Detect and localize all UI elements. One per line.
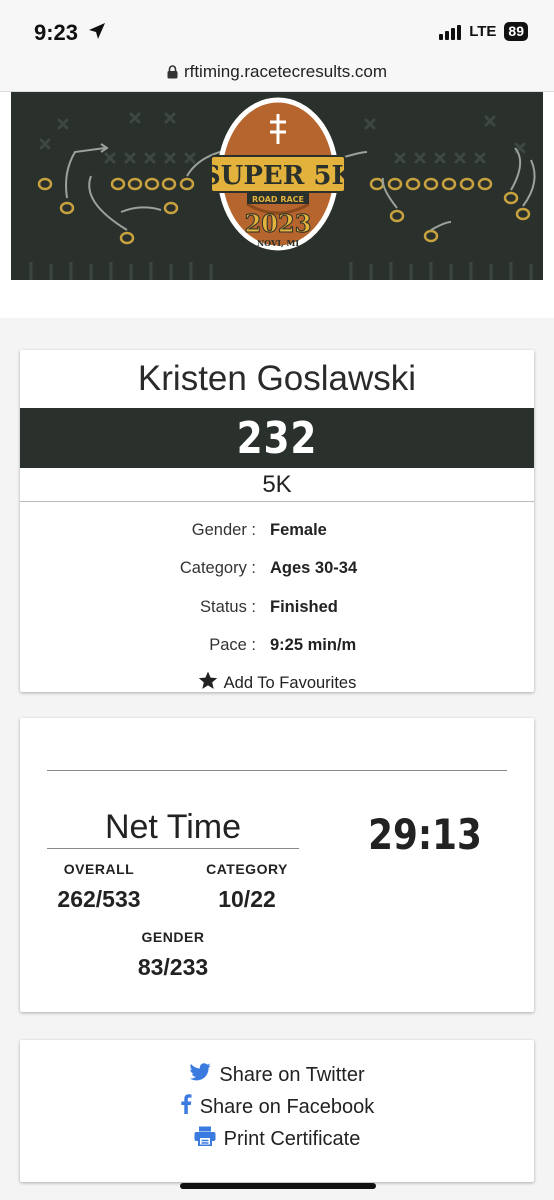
address-bar[interactable]: rftiming.racetecresults.com	[0, 62, 554, 84]
detail-value: Ages 30-34	[270, 559, 358, 578]
results-page: SUPER 5K ROAD RACE 2023 NOVI, MI Kristen…	[0, 92, 554, 1200]
print-certificate-link[interactable]: Print Certificate	[20, 1123, 534, 1155]
gender-rank: 83/233	[137, 954, 209, 980]
category-label: CATEGORY	[206, 861, 288, 877]
network-type: LTE	[469, 23, 497, 40]
location-arrow-icon	[88, 22, 106, 45]
printer-icon	[194, 1126, 216, 1152]
bib-number: 232	[58, 408, 496, 468]
facebook-icon	[180, 1094, 192, 1120]
phone-screen: 9:23 LTE 89 rftiming.racetecresults.com	[0, 0, 554, 1200]
detail-row-status: Status : Finished	[20, 588, 534, 627]
logo-subtitle: ROAD RACE	[252, 195, 304, 204]
net-time-card: Net Time 29:13 OVERALL 262/533 CATEGORY …	[20, 718, 534, 1012]
detail-label: Status :	[200, 597, 256, 616]
home-indicator[interactable]	[180, 1183, 376, 1189]
overall-rank: 262/533	[57, 886, 141, 912]
battery-icon: 89	[504, 22, 528, 41]
status-indicators: LTE 89	[439, 22, 528, 41]
gender-label: GENDER	[141, 929, 205, 945]
share-card: Share on Twitter Share on Facebook Print…	[20, 1040, 534, 1182]
net-time-underline	[47, 848, 299, 849]
category-rank: 10/22	[218, 886, 276, 912]
add-to-favourites-button[interactable]: Add To Favourites	[20, 665, 534, 701]
football-play-diagram: SUPER 5K ROAD RACE 2023 NOVI, MI	[29, 97, 536, 280]
cellular-signal-icon	[439, 24, 462, 40]
status-time: 9:23	[34, 20, 79, 45]
favourites-label: Add To Favourites	[223, 673, 357, 692]
divider	[47, 770, 507, 771]
detail-label: Category :	[179, 559, 256, 578]
overall-label: OVERALL	[63, 861, 135, 877]
detail-row-category: Category : Ages 30-34	[20, 550, 534, 589]
print-certificate-label: Print Certificate	[223, 1127, 361, 1150]
logo-title: SUPER 5K	[202, 161, 356, 191]
lock-icon	[167, 64, 178, 84]
net-time-value: 29:13	[368, 810, 482, 859]
share-facebook-label: Share on Facebook	[199, 1095, 375, 1118]
detail-row-gender: Gender : Female	[20, 511, 534, 550]
banner-area: SUPER 5K ROAD RACE 2023 NOVI, MI	[0, 92, 554, 318]
logo-location: NOVI, MI	[257, 238, 300, 248]
net-time-title: Net Time	[104, 808, 242, 846]
star-icon	[198, 671, 218, 695]
share-facebook-link[interactable]: Share on Facebook	[20, 1091, 534, 1123]
detail-row-pace: Pace : 9:25 min/m	[20, 627, 534, 666]
event-banner: SUPER 5K ROAD RACE 2023 NOVI, MI	[11, 92, 543, 280]
detail-value: 9:25 min/m	[270, 636, 357, 655]
athlete-name: Kristen Goslawski	[137, 359, 417, 398]
share-twitter-label: Share on Twitter	[219, 1063, 365, 1086]
url-text: rftiming.racetecresults.com	[183, 62, 388, 81]
race-name: 5K	[20, 468, 534, 502]
bib-bar: 232	[20, 408, 534, 468]
detail-label: Gender :	[191, 520, 256, 539]
twitter-icon	[189, 1063, 211, 1087]
browser-top-bar: 9:23 LTE 89 rftiming.racetecresults.com	[0, 0, 554, 92]
detail-value: Finished	[270, 597, 338, 616]
share-twitter-link[interactable]: Share on Twitter	[20, 1059, 534, 1091]
detail-label: Pace :	[209, 636, 256, 655]
athlete-details: Gender : Female Category : Ages 30-34 St…	[20, 502, 534, 665]
detail-value: Female	[270, 520, 327, 539]
logo-year: 2023	[245, 209, 312, 238]
athlete-card: Kristen Goslawski 232 5K Gender : Female…	[20, 350, 534, 692]
